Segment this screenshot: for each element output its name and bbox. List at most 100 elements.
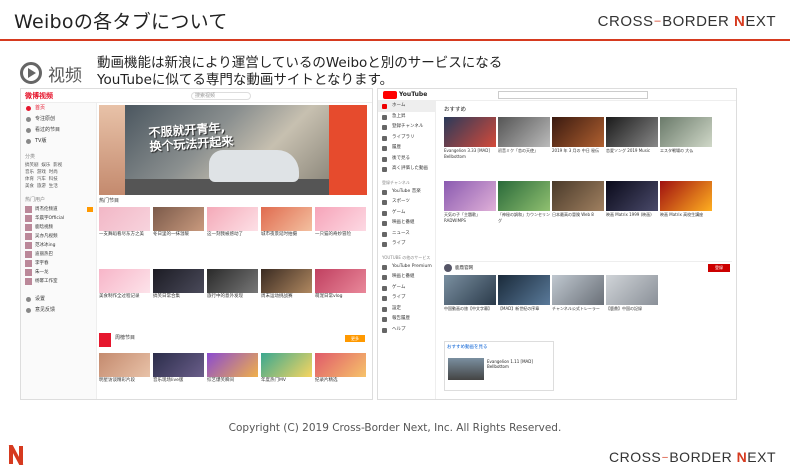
video-caption[interactable]: 天気の子「主題歌」RADWIMPS [444, 211, 496, 233]
youtube-more-item[interactable]: 映画と番組 [378, 272, 435, 283]
video-caption[interactable]: 一只猫的奇妙冒险 [315, 231, 366, 243]
weibo-user-item[interactable]: 周杰伦频道 [21, 205, 96, 214]
video-thumbnail[interactable] [444, 275, 496, 305]
video-caption[interactable]: 周末运动挑战赛 [261, 293, 312, 305]
video-caption[interactable]: 城市夜景延时拍摄 [261, 231, 312, 243]
video-caption[interactable]: 初音ミク「恋の天使」 [498, 147, 550, 169]
video-caption[interactable]: 纪录片精选 [315, 377, 366, 389]
video-thumbnail[interactable] [660, 181, 712, 211]
video-thumbnail[interactable] [498, 117, 550, 147]
youtube-nav-item[interactable]: ライブラリ [378, 133, 435, 144]
youtube-nav-item[interactable]: 高く評価した動画 [378, 164, 435, 175]
youtube-sub-item[interactable]: ゲーム [378, 208, 435, 219]
video-caption[interactable]: 年度热门MV [261, 377, 312, 389]
weibo-user-item[interactable]: 鹿晗视频 [21, 223, 96, 232]
video-caption[interactable]: 日本最高の冒険 Web 8 [552, 211, 604, 233]
weibo-nav-original[interactable]: 专注原创 [21, 114, 96, 125]
video-caption[interactable]: 搞笑日常合集 [153, 293, 204, 305]
video-thumbnail[interactable] [552, 181, 604, 211]
video-thumbnail[interactable] [153, 269, 204, 293]
video-thumbnail[interactable] [207, 353, 258, 377]
video-thumbnail[interactable] [606, 117, 658, 147]
video-thumbnail[interactable] [606, 275, 658, 305]
video-thumbnail[interactable] [498, 181, 550, 211]
video-thumbnail[interactable] [153, 353, 204, 377]
video-thumbnail[interactable] [444, 181, 496, 211]
rank-more-button[interactable]: 更多 [345, 335, 365, 342]
youtube-logo-icon[interactable] [383, 91, 397, 99]
video-caption[interactable]: 映画 Matrix 1999 (映画) [606, 211, 658, 233]
weibo-user-item[interactable]: 迪丽热巴 [21, 250, 96, 259]
video-caption[interactable]: 明星访谈精彩片段 [99, 377, 150, 389]
video-caption[interactable]: 「神秘の調和」カウンセリング [498, 211, 550, 233]
video-thumbnail[interactable] [552, 117, 604, 147]
video-thumbnail[interactable] [606, 181, 658, 211]
weibo-user-item[interactable]: 华晨宇Official [21, 214, 96, 223]
youtube-sub-item[interactable]: ライブ [378, 239, 435, 250]
youtube-more-item[interactable]: ゲーム [378, 283, 435, 294]
video-thumbnail[interactable] [498, 275, 550, 305]
video-thumbnail[interactable] [552, 275, 604, 305]
youtube-nav-item[interactable]: 履歴 [378, 143, 435, 154]
video-thumbnail[interactable] [315, 207, 366, 231]
video-caption[interactable]: 恋愛ソング 2019 Music [606, 147, 658, 169]
weibo-user-item[interactable]: 吴亦凡视频 [21, 232, 96, 241]
weibo-nav-tv[interactable]: TV版 [21, 136, 96, 147]
video-thumbnail[interactable] [99, 353, 150, 377]
youtube-nav-item[interactable]: 急上昇 [378, 112, 435, 123]
video-thumbnail[interactable] [153, 207, 204, 231]
video-caption[interactable]: 中国動画の旅【中文字幕】 [444, 305, 496, 327]
weibo-nav-feedback[interactable]: 意见反馈 [21, 305, 96, 316]
weibo-nav-history[interactable]: 看过的节目 [21, 125, 96, 136]
youtube-nav-item[interactable]: 後で見る [378, 154, 435, 165]
weibo-search-input[interactable]: 搜索视频 [191, 92, 251, 100]
video-caption[interactable]: エスタ戦場の 大仏 [660, 147, 712, 169]
channel-avatar[interactable] [444, 264, 452, 272]
youtube-nav-home[interactable]: ホーム [378, 101, 435, 112]
subscribe-button[interactable]: 登録 [708, 264, 730, 272]
video-thumbnail[interactable] [315, 269, 366, 293]
video-caption[interactable]: 美食制作全过程记录 [99, 293, 150, 305]
youtube-logo-text[interactable]: YouTube [399, 91, 427, 98]
weibo-user-item[interactable]: 朱一龙 [21, 268, 96, 277]
weibo-user-item[interactable]: 李宇春 [21, 259, 96, 268]
video-caption[interactable]: 旅行中的意外发现 [207, 293, 258, 305]
youtube-sub-item[interactable]: スポーツ [378, 197, 435, 208]
video-thumbnail[interactable] [444, 117, 496, 147]
video-caption[interactable]: 音乐现场live版 [153, 377, 204, 389]
weibo-user-item[interactable]: 范冰冰ing [21, 241, 96, 250]
youtube-sub-item[interactable]: YouTube 音楽 [378, 187, 435, 198]
video-thumbnail[interactable] [660, 117, 712, 147]
video-caption[interactable]: 综艺爆笑瞬间 [207, 377, 258, 389]
youtube-ad-card[interactable]: おすすめ動画を見る Evangelion 1.11 [MAD] Bellbott… [444, 341, 554, 391]
video-caption[interactable]: 【鹿鼎】中国の記録 [606, 305, 658, 327]
video-caption[interactable]: 2019 年 3 月の 中日 秘伝 [552, 147, 604, 169]
weibo-hero-banner[interactable]: 不服就开青年, 换个玩法开起来 [99, 105, 367, 195]
video-thumbnail[interactable] [207, 207, 258, 231]
video-caption[interactable]: Evangelion 3.33 [MAD] Bellbottom [444, 147, 496, 169]
video-caption[interactable]: 冬日里的一抹温暖 [153, 231, 204, 243]
ad-thumbnail[interactable] [448, 358, 484, 380]
video-thumbnail[interactable] [99, 269, 150, 293]
video-caption[interactable]: 映画 Matrix 高校生講座 [660, 211, 712, 233]
weibo-category-grid[interactable]: 搞笑剧 娱乐 影视 音乐 游戏 时尚 体育 汽车 科技 美食 旅游 生活 [21, 162, 96, 190]
ad-title[interactable]: おすすめ動画を見る [445, 342, 553, 352]
video-thumbnail[interactable] [315, 353, 366, 377]
youtube-sub-item[interactable]: ニュース [378, 229, 435, 240]
youtube-more-item[interactable]: ヘルプ [378, 325, 435, 336]
weibo-nav-home[interactable]: 首页 [21, 103, 96, 114]
weibo-user-item[interactable]: 杨幂工作室 [21, 277, 96, 286]
video-caption[interactable]: 【MAD】新世紀の序章 [498, 305, 550, 327]
channel-name[interactable]: 鹿鼎官网 [455, 265, 473, 271]
video-caption[interactable]: 萌宠日常vlog [315, 293, 366, 305]
weibo-nav-settings[interactable]: 设置 [21, 294, 96, 305]
video-thumbnail[interactable] [207, 269, 258, 293]
youtube-more-item[interactable]: 設定 [378, 304, 435, 315]
video-thumbnail[interactable] [261, 353, 312, 377]
video-caption[interactable]: 一支舞蹈看尽东方之美 [99, 231, 150, 243]
video-thumbnail[interactable] [99, 207, 150, 231]
video-thumbnail[interactable] [261, 207, 312, 231]
youtube-sub-item[interactable]: 映画と番組 [378, 218, 435, 229]
youtube-more-item[interactable]: ライブ [378, 293, 435, 304]
youtube-search-input[interactable] [498, 91, 648, 99]
